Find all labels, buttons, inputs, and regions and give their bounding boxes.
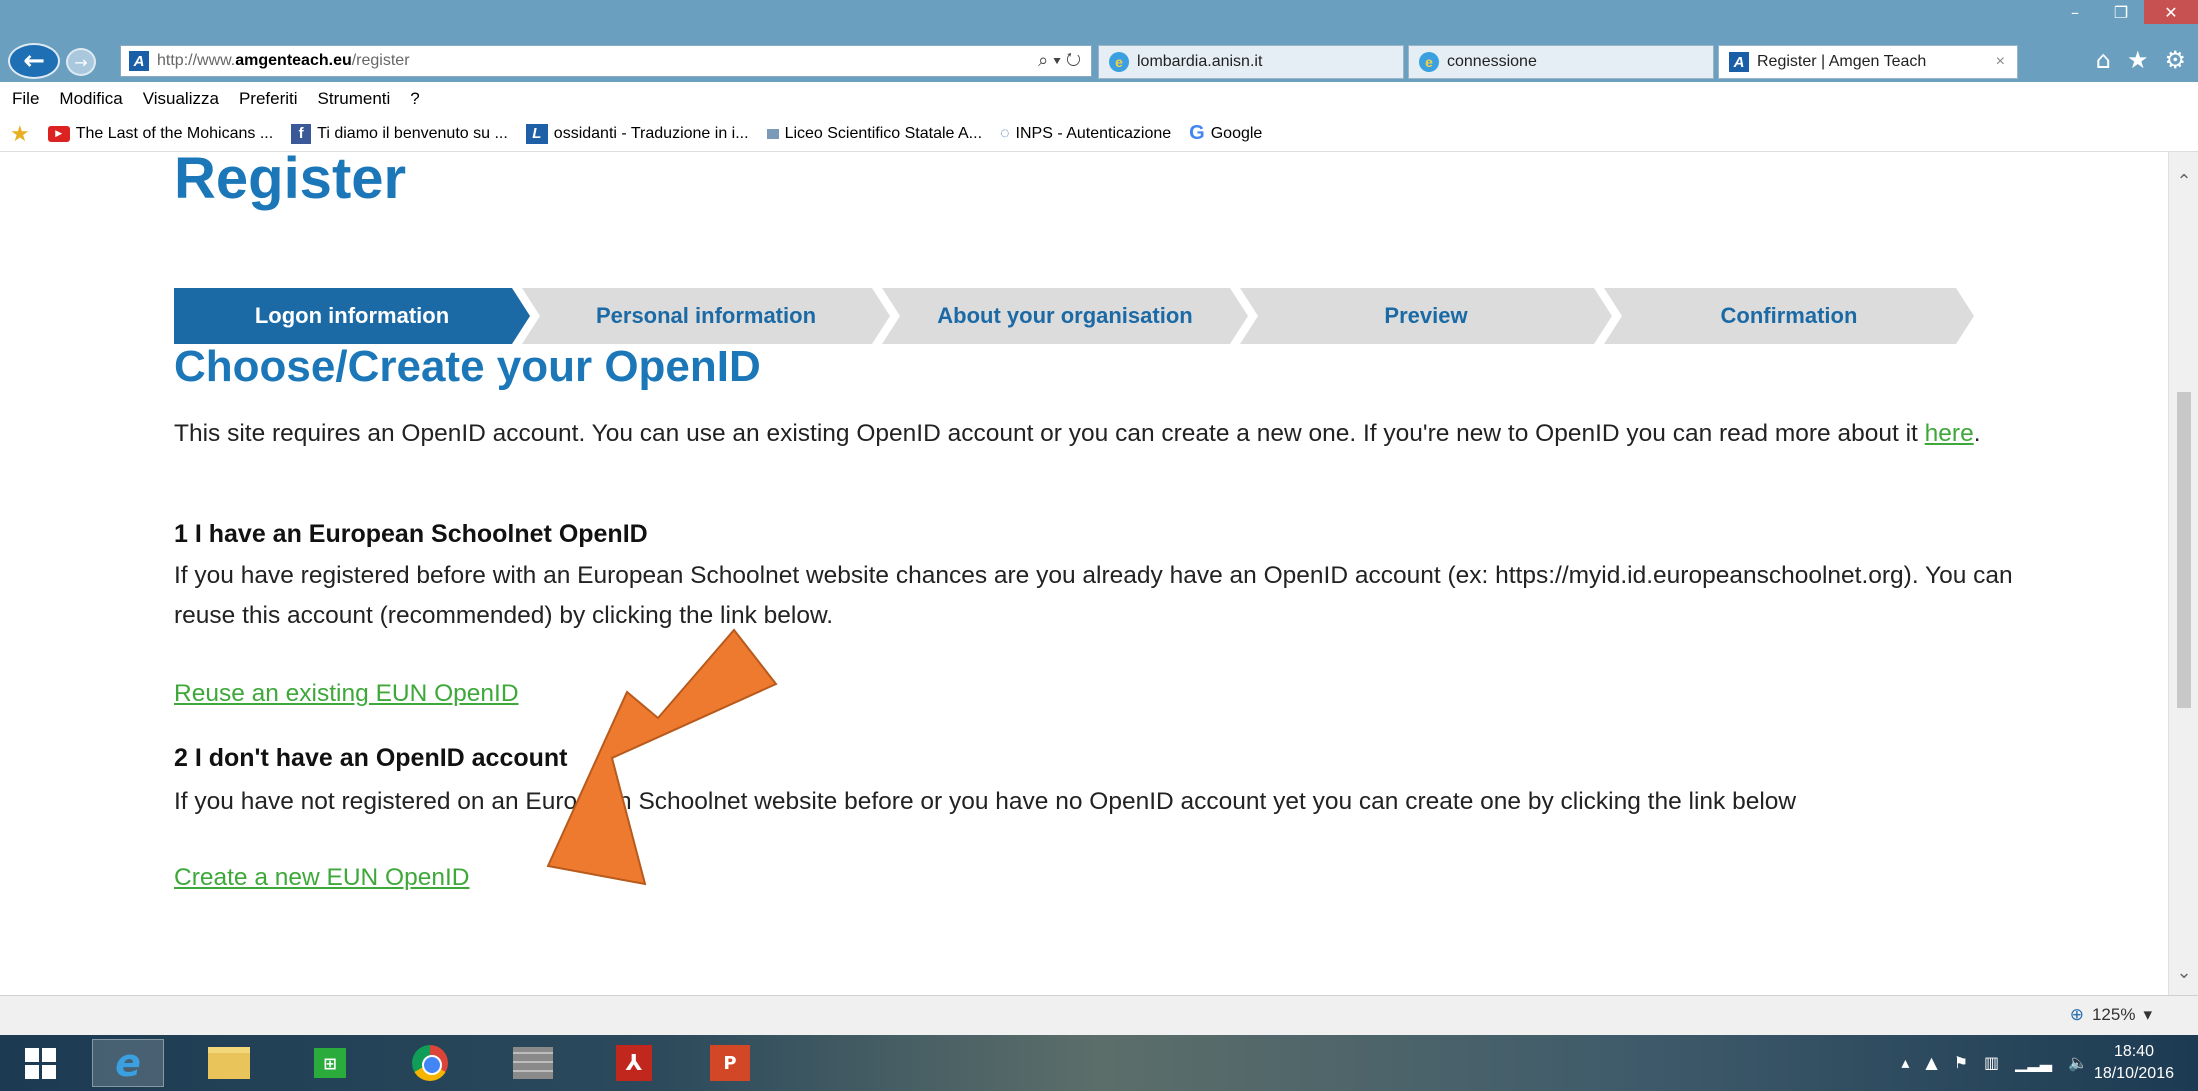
store-icon: ⊞ <box>314 1048 346 1078</box>
favorite-label: INPS - Autenticazione <box>1015 124 1172 142</box>
zoom-magnifier-icon: ⊕ <box>2069 1005 2084 1024</box>
signal-strength-icon[interactable]: ▁▂▃ <box>2015 1053 2052 1072</box>
address-bar[interactable]: A http://www. amgenteach.eu/register ⌕ ▾ … <box>120 45 1092 77</box>
taskbar-internet-explorer[interactable]: e <box>92 1039 164 1087</box>
liceo-icon <box>766 128 779 139</box>
folder-icon <box>208 1047 250 1079</box>
vertical-scrollbar[interactable]: ⌃ ⌄ <box>2168 152 2198 995</box>
favorite-google[interactable]: G Google <box>1189 122 1262 145</box>
add-favorite-star-icon[interactable]: ★ <box>10 121 30 147</box>
youtube-icon: ▶ <box>47 125 70 142</box>
favorite-liceo[interactable]: Liceo Scientifico Statale A... <box>766 124 983 143</box>
navigation-bar: ← → A http://www. amgenteach.eu/register … <box>0 40 2198 82</box>
facebook-icon: f <box>291 123 312 144</box>
tab-register-amgen[interactable]: A Register | Amgen Teach × <box>1718 45 2018 79</box>
maximize-button[interactable]: ❐ <box>2098 0 2144 24</box>
system-tray: ▴ ▲ ⚑ ▥ ▁▂▃ 🔈 <box>1901 1053 2088 1072</box>
forward-arrow-icon: → <box>74 52 88 72</box>
favorite-ossidanti[interactable]: Lossidanti - Traduzione in i... <box>525 123 749 144</box>
favorite-inps[interactable]: ◌ INPS - Autenticazione <box>1000 125 1171 143</box>
taskbar-acrobat[interactable]: ⅄ <box>598 1039 670 1087</box>
url-prefix: http://www. <box>157 52 236 69</box>
url-host: amgenteach.eu <box>235 52 352 69</box>
search-refresh-icons[interactable]: ⌕ ▾ ↻ <box>1038 50 1081 71</box>
taskbar-chrome[interactable] <box>394 1039 466 1087</box>
taskbar-powerpoint[interactable]: P <box>690 1039 770 1087</box>
taskbar-file-explorer[interactable] <box>186 1039 272 1087</box>
amgen-favicon-icon: A <box>129 51 149 71</box>
close-window-button[interactable]: ✕ <box>2144 0 2198 24</box>
clock-date: 18/10/2016 <box>2093 1065 2174 1082</box>
status-bar: ⊕ 125% ▾ <box>0 995 2198 1035</box>
start-button[interactable] <box>10 1039 70 1087</box>
scrollbar-thumb[interactable] <box>2177 392 2191 708</box>
menu-file[interactable]: File <box>12 89 39 109</box>
taskbar-clock[interactable]: 18:40 18/10/2016 <box>2094 1041 2174 1085</box>
translation-icon: L <box>525 123 548 144</box>
clock-time: 18:40 <box>2113 1043 2154 1060</box>
windows-taskbar: e ⊞ ⅄ P ▴ ▲ ⚑ ▥ ▁▂▃ 🔈 18:40 18/10/2016 <box>0 1035 2198 1091</box>
favorite-label: The Last of the Mohicans ... <box>75 124 274 142</box>
tab-label: lombardia.anisn.it <box>1137 53 1263 70</box>
favorite-label: ossidanti - Traduzione in i... <box>553 124 749 142</box>
network-icon[interactable]: ▥ <box>1984 1053 1999 1072</box>
powerpoint-icon: P <box>710 1045 750 1081</box>
volume-speaker-icon[interactable]: 🔈 <box>2068 1053 2088 1072</box>
scroll-down-chevron-icon[interactable]: ⌄ <box>2169 957 2198 987</box>
tab-connessione[interactable]: e connessione <box>1408 45 1714 79</box>
menu-strumenti[interactable]: Strumenti <box>318 89 391 109</box>
ie-page-icon: e <box>1419 52 1439 72</box>
browser-icons: ⌂ ★ ⚙ <box>2096 46 2186 74</box>
google-drive-icon[interactable]: ▲ <box>1925 1053 1937 1072</box>
minimize-button[interactable]: – <box>2052 0 2098 24</box>
internet-explorer-icon: e <box>115 1041 141 1085</box>
favorites-star-icon[interactable]: ★ <box>2127 46 2149 74</box>
ie-page-icon: e <box>1109 52 1129 72</box>
favorite-label: Ti diamo il benvenuto su ... <box>317 124 508 142</box>
zoom-level: 125% <box>2091 1005 2136 1024</box>
menu-modifica[interactable]: Modifica <box>59 89 122 109</box>
inps-icon: ◌ <box>1000 124 1010 142</box>
back-button[interactable]: ← <box>8 43 60 79</box>
menu-help[interactable]: ? <box>410 89 419 109</box>
forward-button[interactable]: → <box>66 48 96 76</box>
orange-annotation-arrow-icon <box>546 628 778 886</box>
tab-label: connessione <box>1447 53 1537 70</box>
menu-bar: File Modifica Visualizza Preferiti Strum… <box>0 82 2198 116</box>
tab-close-icon[interactable]: × <box>1996 53 2005 71</box>
menu-preferiti[interactable]: Preferiti <box>239 89 298 109</box>
favorites-bar: ★ ▶ The Last of the Mohicans ... f Ti diam… <box>0 116 2198 152</box>
action-center-flag-icon[interactable]: ⚑ <box>1954 1053 1968 1072</box>
brick-wall-icon <box>513 1047 553 1079</box>
favorite-facebook[interactable]: f Ti diamo il benvenuto su ... <box>291 123 508 144</box>
tab-lombardia[interactable]: e lombardia.anisn.it <box>1098 45 1404 79</box>
home-icon[interactable]: ⌂ <box>2096 46 2111 74</box>
zoom-dropdown-icon: ▾ <box>2143 1005 2152 1024</box>
favorite-mohicans[interactable]: ▶ The Last of the Mohicans ... <box>47 124 274 143</box>
page-content: Register Logon information Personal info… <box>0 152 2168 995</box>
url-path: /register <box>351 52 410 69</box>
menu-visualizza[interactable]: Visualizza <box>143 89 219 109</box>
scroll-up-chevron-icon[interactable]: ⌃ <box>2169 166 2198 196</box>
google-icon: G <box>1189 122 1205 144</box>
zoom-control[interactable]: ⊕ 125% ▾ <box>2070 1005 2152 1025</box>
acrobat-pdf-icon: ⅄ <box>616 1045 652 1081</box>
show-hidden-icons-chevron-icon[interactable]: ▴ <box>1901 1053 1909 1072</box>
back-arrow-icon: ← <box>23 46 45 76</box>
tab-label: Register | Amgen Teach <box>1757 53 1927 70</box>
window-controls: – ❐ ✕ <box>2052 0 2198 24</box>
taskbar-store[interactable]: ⊞ <box>294 1039 366 1087</box>
favorite-label: Liceo Scientifico Statale A... <box>784 124 983 142</box>
settings-gear-icon[interactable]: ⚙ <box>2164 46 2186 74</box>
favorite-label: Google <box>1210 124 1263 142</box>
taskbar-firewall[interactable] <box>490 1039 576 1087</box>
windows-logo-icon <box>24 1047 56 1079</box>
amgen-favicon-icon: A <box>1729 52 1749 72</box>
chrome-icon <box>412 1045 448 1081</box>
